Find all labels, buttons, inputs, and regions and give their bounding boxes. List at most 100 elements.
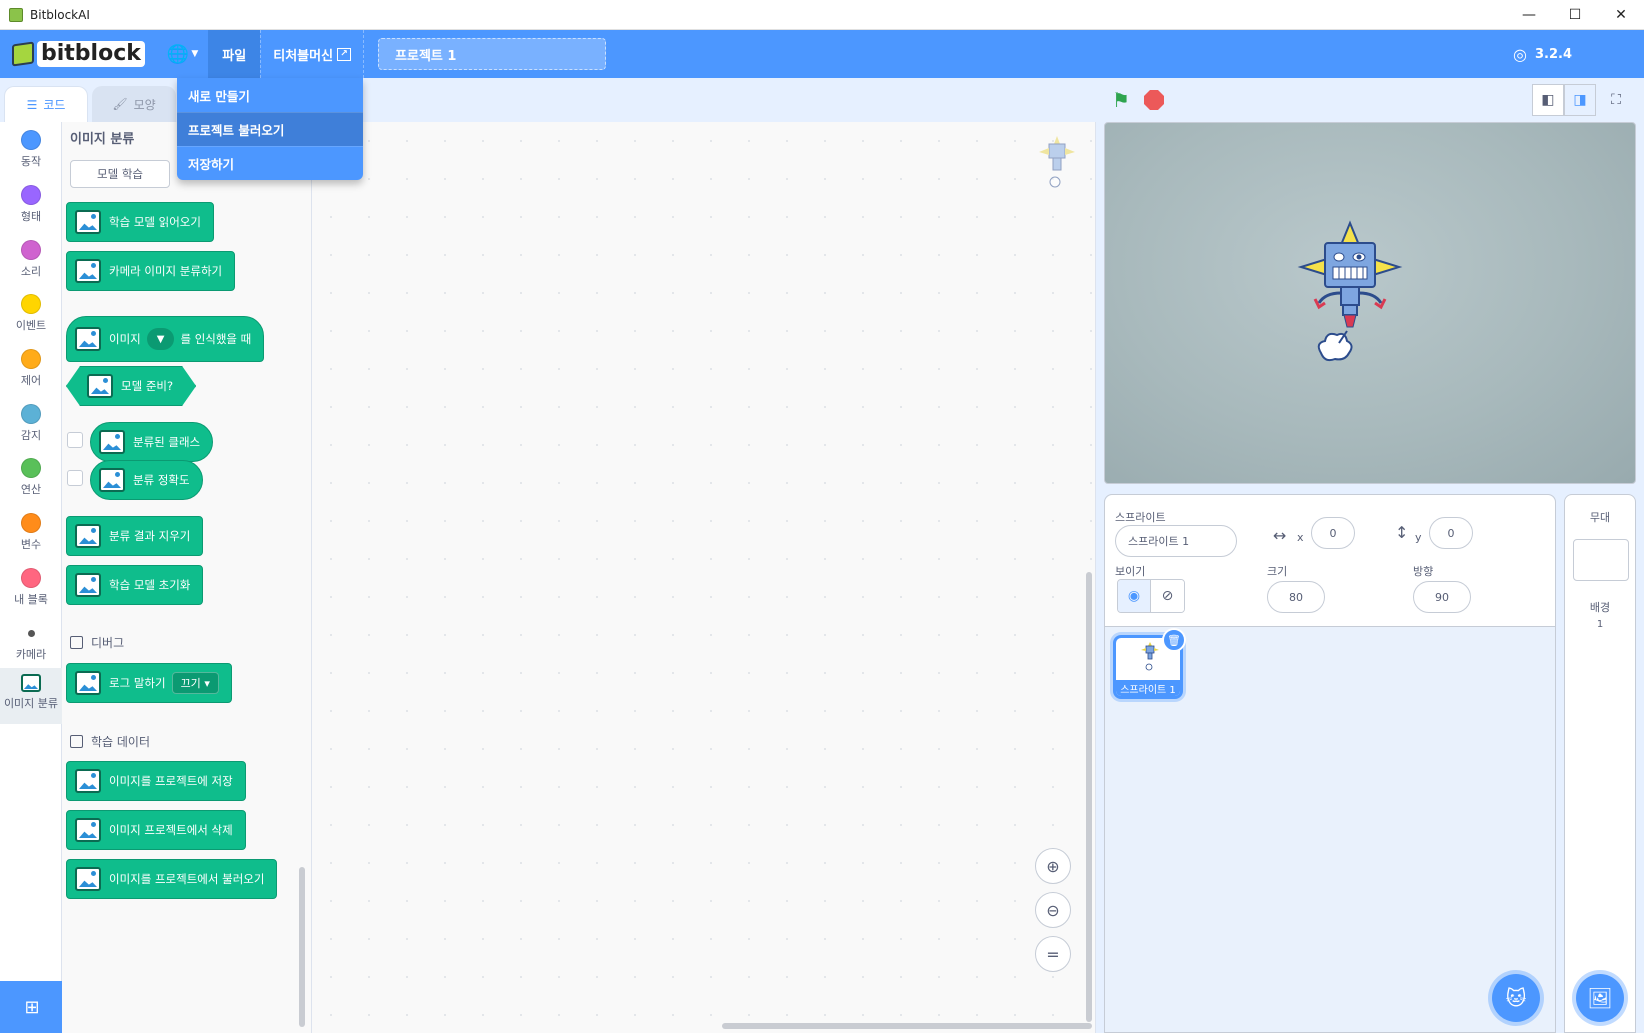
- script-workspace[interactable]: ⊕ ⊖ =: [312, 122, 1096, 1033]
- add-sprite-button[interactable]: 🐱: [1492, 974, 1540, 1022]
- paintbrush-icon: 🖌: [112, 97, 128, 111]
- sprite-pane: 스프라이트 스프라이트 1 ↔ x 0 ↕ y 0 보이기 ◉ ⊘ 크기 80 …: [1104, 494, 1556, 1033]
- block-label: 이미지를 프로젝트에 저장: [109, 774, 233, 788]
- zoom-in-button[interactable]: ⊕: [1035, 848, 1071, 884]
- stage-target-pane[interactable]: 무대 배경 1: [1564, 494, 1636, 1033]
- add-extension-icon: ⊞: [24, 996, 40, 1018]
- show-button[interactable]: ◉: [1118, 580, 1152, 612]
- category-dot: [21, 294, 41, 314]
- block-classified-class[interactable]: 분류된 클래스: [90, 422, 214, 462]
- fullscreen-button[interactable]: ⛶: [1600, 84, 1632, 116]
- category-image-classification[interactable]: 이미지 분류: [0, 668, 62, 724]
- workspace-vertical-scrollbar[interactable]: [1086, 572, 1092, 1022]
- tab-costume[interactable]: 🖌 모양: [92, 86, 176, 122]
- hide-button[interactable]: ⊘: [1151, 580, 1184, 612]
- category-camera[interactable]: 카메라: [0, 619, 62, 675]
- window-title: BitblockAI: [30, 7, 90, 22]
- category-control[interactable]: 제어: [0, 345, 62, 401]
- size-input[interactable]: 80: [1267, 581, 1325, 613]
- add-backdrop-button[interactable]: 🖼: [1576, 974, 1624, 1022]
- image-icon: [75, 818, 101, 842]
- category-label: 내 블록: [14, 593, 48, 606]
- block-load-images[interactable]: 이미지를 프로젝트에서 불러오기: [66, 859, 278, 899]
- image-icon: [75, 327, 101, 351]
- category-events[interactable]: 이벤트: [0, 290, 62, 346]
- block-model-ready[interactable]: 모델 준비?: [66, 366, 196, 406]
- menu-item-save[interactable]: 저장하기: [177, 146, 363, 180]
- project-title-input[interactable]: 프로젝트 1: [378, 38, 607, 70]
- category-looks[interactable]: 형태: [0, 181, 62, 237]
- minimize-button[interactable]: —: [1506, 0, 1552, 30]
- direction-input[interactable]: 90: [1413, 581, 1471, 613]
- section-label: 디버그: [91, 636, 125, 650]
- palette-scrollbar[interactable]: [299, 867, 305, 1027]
- tab-code[interactable]: ☰ 코드: [4, 86, 88, 122]
- file-menu[interactable]: 파일: [208, 30, 261, 78]
- sprite-thumbnail: [1141, 642, 1159, 671]
- robot-sprite[interactable]: [1295, 215, 1405, 385]
- block-save-images[interactable]: 이미지를 프로젝트에 저장: [66, 761, 246, 801]
- category-sensing[interactable]: 감지: [0, 400, 62, 456]
- sprite-name-input[interactable]: 스프라이트 1: [1115, 525, 1237, 557]
- block-delete-images[interactable]: 이미지 프로젝트에서 삭제: [66, 810, 246, 850]
- category-my-blocks[interactable]: 내 블록: [0, 564, 62, 620]
- backdrops-count: 1: [1596, 619, 1604, 630]
- block-load-model[interactable]: 학습 모델 읽어오기: [66, 202, 214, 242]
- workspace-horizontal-scrollbar[interactable]: [722, 1023, 1092, 1029]
- category-variables[interactable]: 변수: [0, 509, 62, 565]
- tab-code-label: 코드: [43, 98, 66, 112]
- block-classify-camera[interactable]: 카메라 이미지 분류하기: [66, 251, 236, 291]
- stage-thumbnail: [1573, 539, 1629, 581]
- cat-plus-icon: 🐱: [1505, 986, 1527, 1010]
- train-model-button[interactable]: 모델 학습: [70, 160, 170, 188]
- fullscreen-icon: ⛶: [1611, 92, 1621, 108]
- block-classification-accuracy[interactable]: 분류 정확도: [90, 460, 203, 500]
- stage-canvas[interactable]: [1104, 122, 1636, 484]
- x-label: x: [1297, 531, 1304, 544]
- x-input[interactable]: 0: [1311, 517, 1355, 549]
- close-button[interactable]: ✕: [1598, 0, 1644, 30]
- show-label: 보이기: [1115, 565, 1146, 578]
- block-reset-model[interactable]: 학습 모델 초기화: [66, 565, 204, 605]
- log-option-dropdown[interactable]: 끄기 ▾: [171, 672, 219, 694]
- image-icon: [75, 769, 101, 793]
- category-sound[interactable]: 소리: [0, 236, 62, 292]
- block-label: 분류 결과 지우기: [109, 529, 191, 543]
- menu-item-new[interactable]: 새로 만들기: [177, 78, 363, 112]
- small-stage-button[interactable]: ◧: [1532, 84, 1564, 116]
- block-when-image-recognized[interactable]: 이미지 ▼ 를 인식했을 때: [66, 316, 265, 362]
- maximize-button[interactable]: ☐: [1552, 0, 1598, 30]
- menu-item-load-project[interactable]: 프로젝트 불러오기: [177, 112, 363, 146]
- block-label: 분류된 클래스: [133, 435, 201, 449]
- block-label: 로그 말하기: [109, 676, 166, 690]
- image-icon: [99, 430, 125, 454]
- y-input[interactable]: 0: [1429, 517, 1473, 549]
- large-stage-button[interactable]: ◨: [1564, 84, 1596, 116]
- zoom-reset-button[interactable]: =: [1035, 936, 1071, 972]
- stop-button[interactable]: [1144, 90, 1164, 110]
- block-clear-result[interactable]: 분류 결과 지우기: [66, 516, 204, 556]
- class-dropdown[interactable]: ▼: [146, 328, 175, 350]
- zoom-out-button[interactable]: ⊖: [1035, 892, 1071, 928]
- category-motion[interactable]: 동작: [0, 126, 62, 182]
- delete-sprite-button[interactable]: 🗑: [1162, 628, 1186, 652]
- green-flag-button[interactable]: ⚑: [1112, 88, 1130, 112]
- classified-class-checkbox[interactable]: [67, 432, 83, 448]
- image-icon: [75, 259, 101, 283]
- direction-label: 방향: [1413, 565, 1434, 578]
- teachable-machine-menu[interactable]: 티처블머신 ↗: [261, 30, 363, 78]
- palette-title: 이미지 분류: [70, 132, 135, 147]
- block-log-say[interactable]: 로그 말하기 끄기 ▾: [66, 663, 232, 703]
- language-menu[interactable]: 🌐 ▼: [167, 44, 198, 65]
- category-label: 연산: [20, 483, 42, 496]
- block-label: 모델 준비?: [121, 379, 174, 393]
- add-extension-button[interactable]: ⊞: [0, 981, 64, 1033]
- image-icon: [75, 671, 101, 695]
- category-dot: [21, 185, 41, 205]
- bitblock-logo[interactable]: bitblock: [12, 30, 145, 78]
- block-label: 카메라 이미지 분류하기: [109, 264, 223, 278]
- window-controls: — ☐ ✕: [1506, 0, 1644, 30]
- sprite-ghost-icon: [1039, 136, 1075, 188]
- accuracy-checkbox[interactable]: [67, 470, 83, 486]
- category-operators[interactable]: 연산: [0, 454, 62, 510]
